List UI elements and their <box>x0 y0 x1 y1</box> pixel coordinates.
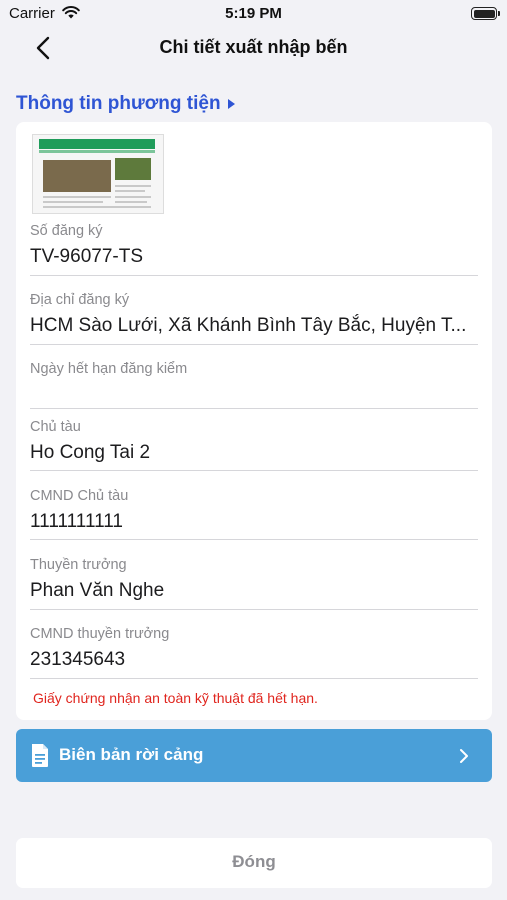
owner-value: Ho Cong Tai 2 <box>30 442 151 463</box>
status-bar: Carrier 5:19 PM <box>0 0 507 28</box>
departure-report-button[interactable]: Biên bản rời cảng <box>16 729 492 782</box>
reg-address-value: HCM Sào Lưới, Xã Khánh Bình Tây Bắc, Huy… <box>30 315 467 336</box>
reg-address-label: Địa chỉ đăng ký <box>30 292 130 308</box>
document-icon <box>32 744 48 767</box>
section-title: Thông tin phương tiện <box>16 93 221 114</box>
owner-id-label: CMND Chủ tàu <box>30 488 129 504</box>
thumbnail-text-line <box>115 196 151 198</box>
thumbnail-text-line <box>43 196 111 198</box>
thumbnail-photo <box>115 158 151 180</box>
thumbnail-text-line <box>115 190 145 192</box>
divider <box>30 539 478 540</box>
captain-id-label: CMND thuyền trưởng <box>30 626 170 642</box>
captain-value: Phan Văn Nghe <box>30 580 165 601</box>
reg-number-value: TV-96077-TS <box>30 246 143 267</box>
navigation-bar: Chi tiết xuất nhập bến <box>0 28 507 68</box>
caret-right-icon <box>227 99 235 109</box>
thumbnail-text-line <box>115 185 151 187</box>
divider <box>30 275 478 276</box>
departure-report-label: Biên bản rời cảng <box>59 745 204 764</box>
thumbnail-header <box>39 139 155 149</box>
thumbnail-text-line <box>115 201 147 203</box>
thumbnail-nav <box>39 150 155 153</box>
section-vehicle-info-toggle[interactable]: Thông tin phương tiện <box>16 93 235 115</box>
page-title: Chi tiết xuất nhập bến <box>159 37 348 57</box>
thumbnail-text-line <box>43 201 103 203</box>
owner-id-value: 1111111111 <box>30 511 123 532</box>
divider <box>30 408 478 409</box>
thumbnail-text-line <box>43 206 151 208</box>
inspection-expiry-label: Ngày hết hạn đăng kiểm <box>30 361 188 377</box>
divider <box>30 344 478 345</box>
vehicle-document-thumbnail[interactable] <box>32 134 164 214</box>
owner-label: Chủ tàu <box>30 419 81 435</box>
reg-number-label: Số đăng ký <box>30 223 103 239</box>
divider <box>30 609 478 610</box>
thumbnail-photo <box>43 160 111 192</box>
captain-id-value: 231345643 <box>30 649 126 670</box>
divider <box>30 470 478 471</box>
clock: 5:19 PM <box>225 5 282 22</box>
chevron-right-icon <box>460 749 468 763</box>
captain-label: Thuyền trưởng <box>30 557 127 573</box>
certificate-expired-warning: Giấy chứng nhận an toàn kỹ thuật đã hết … <box>33 690 318 706</box>
divider <box>30 678 478 679</box>
close-button-label: Đóng <box>232 852 276 871</box>
battery-icon <box>471 7 500 20</box>
close-button[interactable]: Đóng <box>16 838 492 888</box>
